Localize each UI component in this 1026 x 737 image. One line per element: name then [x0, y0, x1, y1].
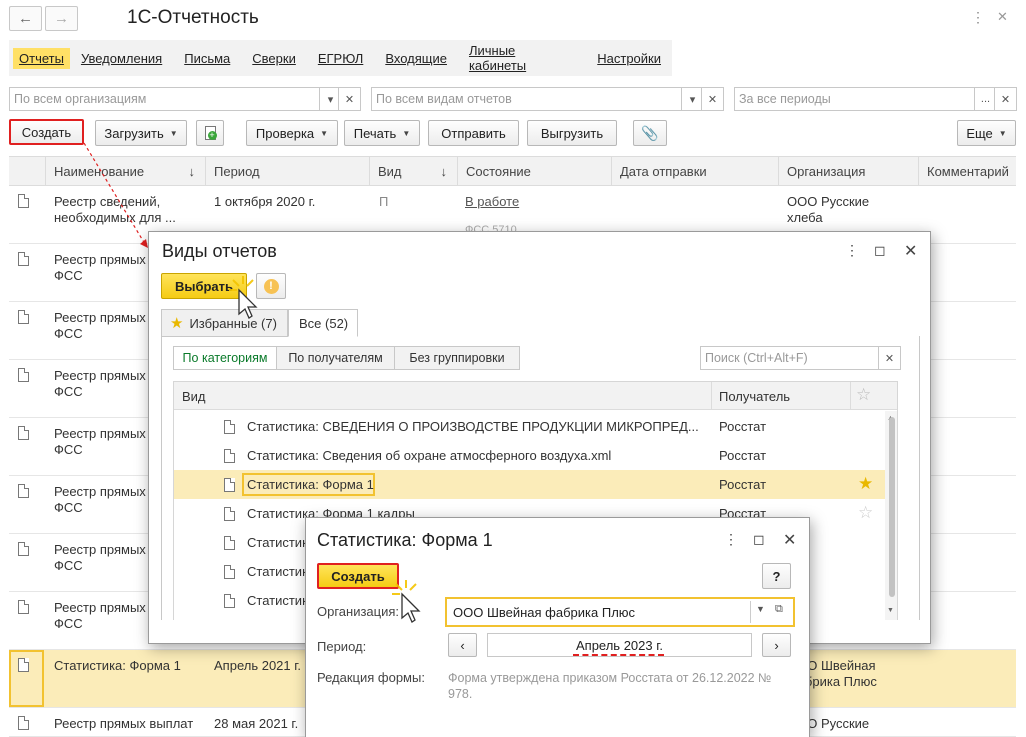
item-name: Статистика: СВЕДЕНИЯ О ПРОИЗВОДСТВЕ ПРОД… [247, 419, 699, 434]
group-by-category[interactable]: По категориям [173, 346, 277, 370]
favorite-star-icon[interactable]: ☆ [858, 503, 873, 523]
column-kind[interactable]: Вид [182, 389, 206, 404]
report-kinds-title: Виды отчетов [162, 241, 277, 261]
form-settings-window: Статистика: Форма 1 ⋮ ◻ ✕ Создать ? Орга… [305, 517, 810, 737]
period-label: Период: [317, 639, 367, 654]
close-icon[interactable]: ✕ [783, 530, 796, 550]
open-link-icon[interactable]: ⧉ [775, 603, 783, 616]
item-name: Статистика: Сведения об охране атмосферн… [247, 448, 612, 463]
list-item[interactable]: Статистика: СВЕДЕНИЯ О ПРОИЗВОДСТВЕ ПРОД… [174, 412, 890, 441]
clear-icon: ✕ [884, 352, 895, 365]
column-recipient[interactable]: Получатель [719, 389, 790, 404]
period-underline [573, 654, 664, 656]
kebab-menu-icon[interactable]: ⋮ [724, 531, 738, 548]
pointer-cursor-icon [229, 276, 258, 319]
favorite-star-icon[interactable]: ★ [858, 474, 873, 494]
item-name: Статистик [247, 535, 308, 550]
item-name: Статистик [247, 593, 308, 608]
org-input-wrapper[interactable]: ООО Швейная фабрика Плюс ▼ ⧉ [445, 597, 795, 627]
item-recipient: Росстат [719, 419, 767, 434]
document-icon [224, 536, 235, 550]
list-scrollbar[interactable]: ▲ ▼ [885, 411, 897, 620]
document-icon [224, 478, 235, 492]
document-icon [224, 420, 235, 434]
item-recipient: Росстат [719, 448, 767, 463]
item-name: Статистик [247, 564, 308, 579]
group-by-recipient[interactable]: По получателям [276, 346, 395, 370]
list-item-selected[interactable]: Статистика: Форма 1 Росстат ★ [174, 470, 890, 499]
help-button[interactable]: ? [762, 563, 791, 589]
tab-all[interactable]: Все (52) [288, 309, 358, 337]
maximize-icon[interactable]: ◻ [874, 242, 886, 259]
period-next-button[interactable]: › [762, 633, 791, 657]
no-grouping[interactable]: Без группировки [394, 346, 520, 370]
item-name: Статистика: Форма 1 [247, 477, 374, 492]
chevron-left-icon: ‹ [460, 637, 465, 653]
chevron-down-icon[interactable]: ▼ [756, 604, 765, 614]
favorite-column-star-icon: ☆ [856, 385, 872, 404]
period-prev-button[interactable]: ‹ [448, 633, 477, 657]
item-recipient: Росстат [719, 477, 767, 492]
scroll-down-icon[interactable]: ▼ [887, 607, 894, 614]
search-input[interactable]: Поиск (Ctrl+Alt+F) [700, 346, 880, 370]
kinds-list-header: Вид Получатель ☆ [174, 382, 897, 410]
list-item[interactable]: Статистика: Сведения об охране атмосферн… [174, 441, 890, 470]
form-window-title: Статистика: Форма 1 [317, 530, 493, 550]
org-input[interactable]: ООО Швейная фабрика Плюс [453, 605, 635, 620]
edition-label: Редакция формы: [317, 670, 425, 685]
close-icon[interactable]: ✕ [904, 241, 917, 261]
star-icon: ★ [170, 315, 184, 332]
maximize-icon[interactable]: ◻ [753, 531, 765, 548]
scroll-thumb[interactable] [889, 417, 895, 597]
pointer-cursor-icon [392, 580, 421, 623]
document-icon [224, 565, 235, 579]
period-value: Апрель 2023 г. [575, 638, 663, 653]
kebab-menu-icon[interactable]: ⋮ [845, 242, 859, 259]
chevron-right-icon: › [774, 637, 779, 653]
document-icon [224, 507, 235, 521]
period-field[interactable]: Апрель 2023 г. [487, 633, 752, 657]
document-icon [224, 594, 235, 608]
search-clear[interactable]: ✕ [878, 346, 901, 370]
document-icon [224, 449, 235, 463]
edition-value: Форма утверждена приказом Росстата от 26… [448, 671, 772, 701]
